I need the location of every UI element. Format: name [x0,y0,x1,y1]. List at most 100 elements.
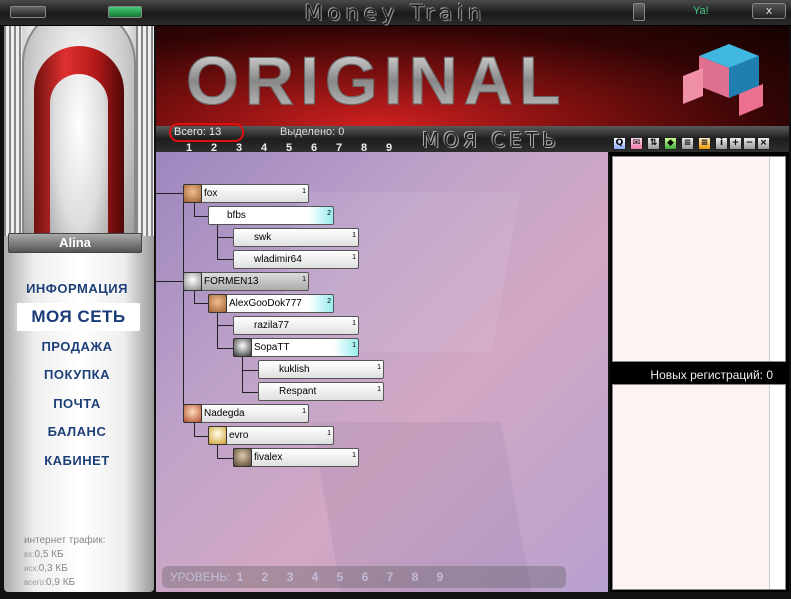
list-icon[interactable]: ≡ [681,137,694,150]
plus-icon[interactable]: + [729,137,742,150]
tree-line [194,303,208,304]
banner-title: ORIGINAL [185,43,567,120]
tree-node[interactable]: fivalex 1 [233,448,359,467]
level-filter-4[interactable]: 4 [312,570,337,584]
tree-node[interactable]: wladimir64 1 [233,250,359,269]
network-toolbar: Всего: 13 Выделено: 0 123456789 МОЯ СЕТЬ… [156,123,789,154]
banner: ORIGINAL [156,26,789,126]
close-button[interactable]: x [752,3,786,19]
node-count: 2 [327,210,331,217]
tree-line [217,259,233,260]
tree-line [217,325,233,326]
traffic-in-label: вх: [24,550,35,559]
node-count: 1 [302,188,306,195]
tree-line [194,290,195,304]
tree-line [194,216,208,217]
scrollbar[interactable] [769,385,785,589]
tree-line [183,193,184,412]
tree-line [242,392,258,393]
grille-right [136,26,154,236]
tree-node[interactable]: swk 1 [233,228,359,247]
cube-logo [683,44,763,116]
selected-count: Выделено: 0 [280,126,345,138]
nav-purchase[interactable]: ПОКУПКА [14,363,140,387]
node-count: 1 [352,232,356,239]
list-alt-icon[interactable]: ≡ [698,137,711,150]
close-icon[interactable]: × [757,137,770,150]
tree-line [242,357,243,392]
pin-icon[interactable] [633,3,645,21]
tree-node[interactable]: FORMEN13 1 [183,272,309,291]
tree-node[interactable]: AlexGooDok777 2 [208,294,334,313]
node-name: AlexGooDok777 [229,298,302,309]
node-count: 1 [377,364,381,371]
level-filter-3[interactable]: 3 [287,570,312,584]
node-count: 1 [352,320,356,327]
level-filter-9[interactable]: 9 [437,570,462,584]
info-list[interactable] [612,156,786,362]
title-bar: Money Train Ya! x [0,0,791,26]
tree-node[interactable]: kuklish 1 [258,360,384,379]
node-name: evro [229,430,249,441]
traffic-out-label: исх: [24,564,39,573]
tree-node[interactable]: evro 1 [208,426,334,445]
tree-line [217,225,218,259]
minus-icon[interactable]: − [743,137,756,150]
traffic-title: интернет трафик: [24,535,106,546]
tree-node[interactable]: bfbs 2 [208,206,334,225]
tree-line [194,202,195,216]
avatar [233,448,252,467]
section-heading: МОЯ СЕТЬ [422,128,560,152]
search-icon[interactable]: Q [613,137,626,150]
nav-cabinet[interactable]: КАБИНЕТ [14,449,140,473]
window-title: Money Train [304,1,487,25]
node-name: fivalex [254,452,283,463]
train-window [50,74,108,236]
nav-sales[interactable]: ПРОДАЖА [14,335,140,359]
level-filter-1[interactable]: 1 [237,570,262,584]
node-name: swk [254,232,272,243]
left-panel: Alina ИНФОРМАЦИЯ МОЯ СЕТЬ ПРОДАЖА ПОКУПК… [4,26,154,592]
shield-icon[interactable]: ◆ [664,137,677,150]
avatar [233,338,252,357]
node-name: FORMEN13 [204,276,259,287]
mail-icon[interactable]: ✉ [630,137,643,150]
avatar [208,294,227,313]
node-count: 1 [352,342,356,349]
tree-node[interactable]: Respant 1 [258,382,384,401]
nav-my-network[interactable]: МОЯ СЕТЬ [14,303,140,331]
tree-line [242,370,258,371]
nav-balance[interactable]: БАЛАНС [14,420,140,444]
nav-mail[interactable]: ПОЧТА [14,392,140,416]
tree-node[interactable]: SopaTT 1 [233,338,359,357]
scrollbar[interactable] [769,157,785,361]
tree-node[interactable]: fox 1 [183,184,309,203]
tree-line [217,237,233,238]
tree-line [217,312,218,348]
tree-node[interactable]: Nadegda 1 [183,404,309,423]
level-filter-5[interactable]: 5 [337,570,362,584]
traffic-in-value: 0,5 КБ [34,549,64,560]
info-icon[interactable]: i [715,137,728,150]
train-image [4,26,154,236]
registrations-list[interactable] [612,384,786,590]
level-filter-2[interactable]: 2 [262,570,287,584]
level-filter-8[interactable]: 8 [412,570,437,584]
node-count: 2 [327,298,331,305]
level-filter-7[interactable]: 7 [387,570,412,584]
avatar [183,184,202,203]
level-filter-6[interactable]: 6 [362,570,387,584]
total-count: Всего: 13 [174,126,222,138]
tree-line [194,422,195,436]
node-count: 1 [352,254,356,261]
tree-line [217,348,233,349]
node-count: 1 [302,276,306,283]
node-count: 1 [377,386,381,393]
tree-node[interactable]: razila77 1 [233,316,359,335]
new-registrations-label: Новых регистраций: 0 [650,368,773,382]
nav-info[interactable]: ИНФОРМАЦИЯ [14,277,140,301]
tree-line [156,281,183,282]
sort-icon[interactable]: ⇅ [647,137,660,150]
right-panel: Новых регистраций: 0 [610,152,789,592]
node-name: fox [204,188,218,199]
